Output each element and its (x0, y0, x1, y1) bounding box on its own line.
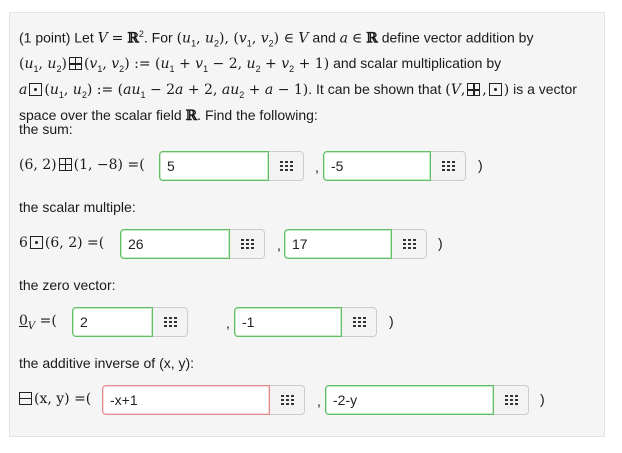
boxdot-icon (488, 83, 502, 97)
boxplus-icon (68, 57, 82, 71)
scalar-row: 6 (6, 2) =( 26 , 17 ) (19, 229, 459, 259)
inverse-y-input[interactable]: -2-y (325, 385, 494, 415)
scalar-y-input[interactable]: 17 (284, 229, 392, 259)
zero-y-input[interactable]: -1 (234, 307, 342, 337)
zero-row: 0V =( 2 , -1 ) (19, 307, 399, 337)
boxminus-icon (19, 392, 32, 405)
keypad-icon[interactable] (270, 385, 305, 415)
inverse-row: (x, y) =( -x+1 , -2-y ) (19, 385, 559, 415)
inverse-lhs: (x, y) =( (19, 391, 91, 407)
section-label-scalar: the scalar multiple: (19, 199, 136, 215)
keypad-icon[interactable] (153, 307, 188, 337)
boxplus-icon (467, 83, 481, 97)
boxdot-icon (29, 236, 43, 249)
sum-y-input[interactable]: -5 (323, 151, 431, 181)
keypad-icon[interactable] (494, 385, 529, 415)
boxdot-icon (29, 83, 43, 97)
inverse-x-input[interactable]: -x+1 (102, 385, 270, 415)
boxplus-icon (58, 158, 72, 171)
section-label-inverse: the additive inverse of (x, y): (19, 355, 195, 371)
sum-row: (6, 2) (1, −8) =( 5 , -5 ) (19, 151, 499, 181)
zero-lhs: 0V =( (19, 313, 57, 332)
problem-panel: (1 point) Let V = ℝ2. For (u1, u2), (v1,… (9, 12, 605, 437)
section-label-zero: the zero vector: (19, 277, 116, 293)
sum-x-input[interactable]: 5 (159, 151, 269, 181)
keypad-icon[interactable] (342, 307, 377, 337)
scalar-x-input[interactable]: 26 (120, 229, 230, 259)
keypad-icon[interactable] (230, 229, 265, 259)
points-label: (1 point) (19, 29, 71, 46)
keypad-icon[interactable] (269, 151, 304, 181)
sum-lhs: (6, 2) (1, −8) =( (19, 157, 145, 173)
section-label-sum: the sum: (19, 121, 73, 137)
problem-statement: (1 point) Let V = ℝ2. For (u1, u2), (v1,… (19, 29, 577, 125)
zero-x-input[interactable]: 2 (72, 307, 153, 337)
keypad-icon[interactable] (392, 229, 427, 259)
keypad-icon[interactable] (431, 151, 466, 181)
scalar-lhs: 6 (6, 2) =( (19, 235, 105, 251)
